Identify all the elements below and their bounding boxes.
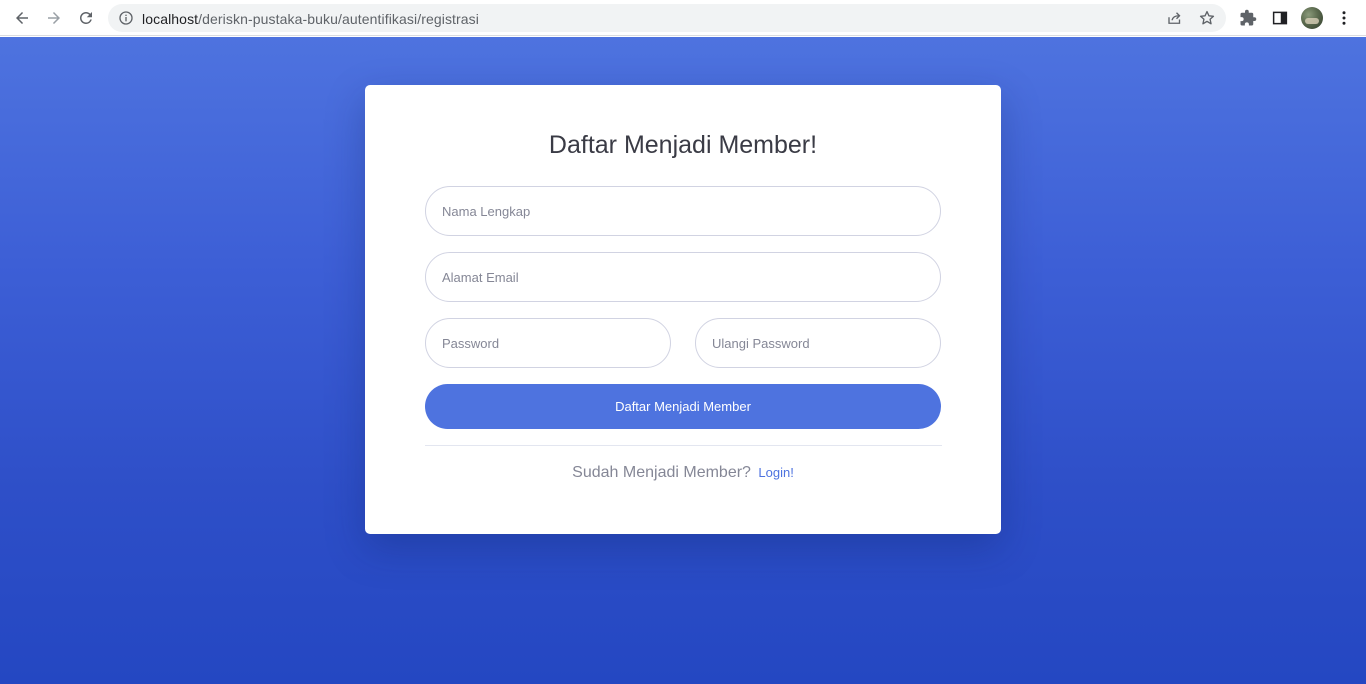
reload-button[interactable]	[74, 6, 98, 30]
arrow-left-icon	[16, 12, 28, 24]
arrow-right-icon	[48, 12, 60, 24]
side-panel-button[interactable]	[1270, 8, 1290, 28]
repeat-password-input[interactable]	[695, 318, 941, 368]
page-title: Daftar Menjadi Member!	[548, 131, 818, 159]
login-prompt-text: Sudah Menjadi Member?	[572, 464, 751, 481]
puzzle-icon	[1240, 9, 1257, 26]
address-bar[interactable]: localhost/deriskn-pustaka-buku/autentifi…	[108, 4, 1226, 32]
reload-icon	[80, 11, 92, 24]
forward-button[interactable]	[42, 6, 66, 30]
full-name-input[interactable]	[425, 186, 941, 236]
avatar[interactable]	[1301, 7, 1323, 29]
url-path: /deriskn-pustaka-buku/autentifikasi/regi…	[198, 11, 479, 27]
divider	[425, 445, 942, 446]
password-input[interactable]	[425, 318, 671, 368]
share-icon[interactable]	[1166, 9, 1184, 27]
registration-card: Daftar Menjadi Member! Daftar Menjadi Me…	[365, 85, 1001, 534]
star-icon[interactable]	[1198, 9, 1216, 27]
kebab-menu-icon	[1342, 11, 1346, 25]
register-button[interactable]: Daftar Menjadi Member	[425, 384, 941, 429]
side-panel-icon	[1272, 11, 1288, 25]
email-input[interactable]	[425, 252, 941, 302]
url-text[interactable]: localhost/deriskn-pustaka-buku/autentifi…	[142, 11, 479, 27]
back-button[interactable]	[10, 6, 34, 30]
extensions-button[interactable]	[1238, 8, 1258, 28]
page-background: Daftar Menjadi Member! Daftar Menjadi Me…	[0, 37, 1366, 684]
info-icon[interactable]	[118, 10, 134, 26]
login-link[interactable]: Login!	[758, 465, 793, 480]
login-prompt-row: Sudah Menjadi Member? Login!	[365, 464, 1001, 482]
url-host: localhost	[142, 11, 199, 27]
browser-menu-button[interactable]	[1334, 8, 1354, 28]
browser-toolbar: localhost/deriskn-pustaka-buku/autentifi…	[0, 0, 1366, 36]
